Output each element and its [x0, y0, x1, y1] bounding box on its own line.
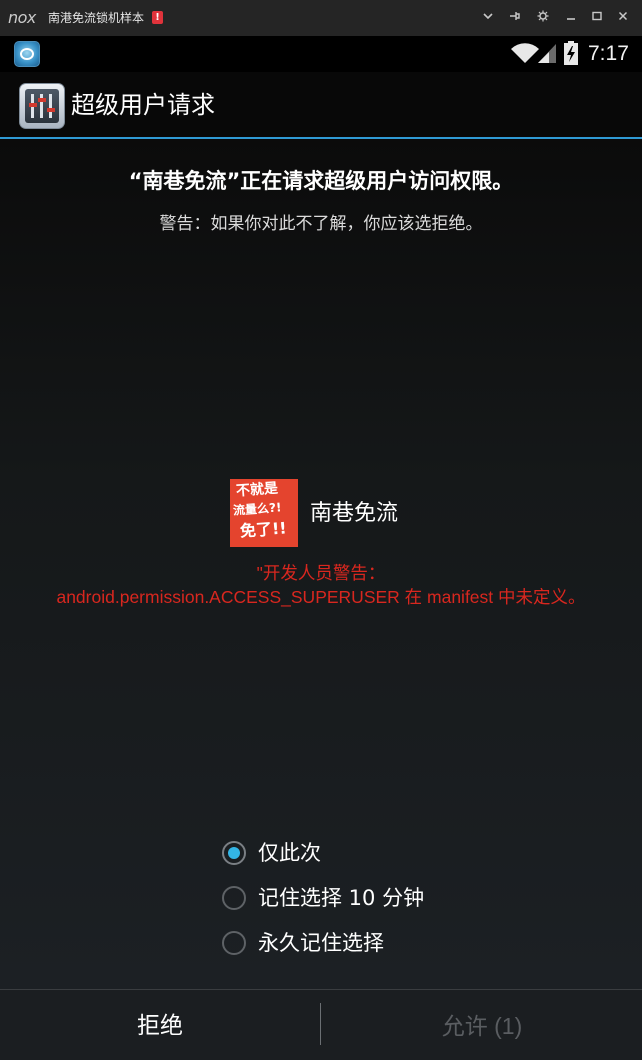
dialog-button-bar: 拒绝 允许 (1): [0, 989, 642, 1060]
superuser-icon: [19, 83, 65, 129]
option-label: 仅此次: [258, 841, 321, 865]
nox-app-icon: [14, 41, 40, 67]
chevron-down-icon[interactable]: [478, 8, 498, 28]
dialog-title: 超级用户请求: [71, 91, 215, 119]
app-name: 南巷免流: [310, 501, 399, 526]
developer-warning-line2: android.permission.ACCESS_SUPERUSER 在 ma…: [56, 587, 586, 607]
radio-checked-icon[interactable]: [222, 841, 246, 865]
alert-badge: !: [152, 11, 163, 24]
developer-warning-line1: "开发人员警告：: [256, 563, 386, 583]
warning-message: 警告：如果你对此不了解，你应该选拒绝。: [159, 214, 483, 234]
button-divider: [320, 1003, 321, 1045]
radio-unchecked-icon[interactable]: [222, 886, 246, 910]
option-label: 永久记住选择: [258, 931, 384, 955]
logo-text-line3: 免了!!: [239, 518, 288, 541]
gear-icon[interactable]: [533, 8, 553, 28]
maximize-icon[interactable]: [587, 8, 607, 28]
emulator-title-bar: nox 南港免流锁机样本 !: [0, 0, 642, 36]
request-message: “南巷免流”正在请求超级用户访问权限。: [128, 169, 514, 193]
allow-button[interactable]: 允许 (1): [322, 991, 642, 1060]
status-clock: 7:17: [588, 42, 629, 65]
logo-text-line1: 不就是: [235, 480, 279, 500]
close-icon[interactable]: [613, 8, 633, 28]
deny-button[interactable]: 拒绝: [0, 991, 320, 1060]
pin-icon[interactable]: [505, 8, 525, 28]
wifi-icon: [511, 43, 539, 63]
option-label: 记住选择 10 分钟: [258, 886, 425, 910]
logo-text-line2: 流量么?!: [232, 500, 282, 518]
radio-unchecked-icon[interactable]: [222, 931, 246, 955]
developer-warning: "开发人员警告： android.permission.ACCESS_SUPER…: [0, 561, 642, 609]
battery-charging-icon: [564, 41, 578, 65]
minimize-icon[interactable]: [561, 8, 581, 28]
emulator-window-title: 南港免流锁机样本: [48, 11, 145, 25]
nox-logo: nox: [8, 8, 36, 27]
signal-icon: [538, 44, 556, 63]
app-logo: 不就是 流量么?! 免了!!: [230, 479, 298, 547]
